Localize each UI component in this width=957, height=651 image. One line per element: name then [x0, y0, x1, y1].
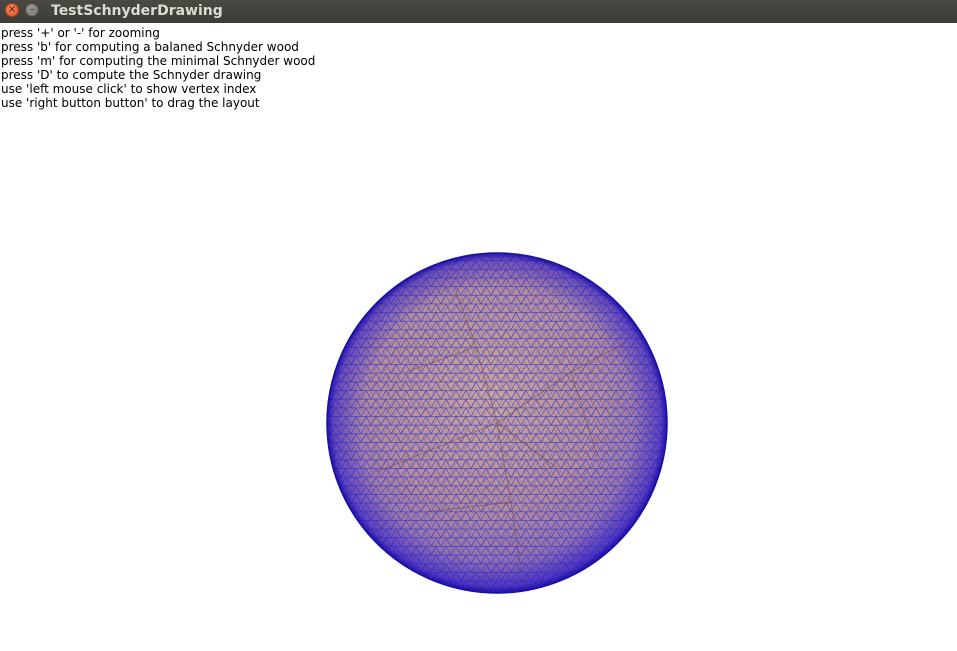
instruction-drawing: press 'D' to compute the Schnyder drawin… — [1, 68, 262, 82]
instruction-drag: use 'right button button' to drag the la… — [1, 96, 260, 110]
instructions-panel: press '+' or '-' for zooming press 'b' f… — [1, 26, 315, 110]
instruction-zoom: press '+' or '-' for zooming — [1, 26, 160, 40]
sphere-mesh[interactable] — [326, 252, 668, 594]
instruction-balanced: press 'b' for computing a balaned Schnyd… — [1, 40, 299, 54]
instruction-vertex-index: use 'left mouse click' to show vertex in… — [1, 82, 257, 96]
minimize-icon: – — [29, 4, 35, 15]
close-icon: × — [7, 4, 17, 15]
minimize-button[interactable]: – — [25, 3, 39, 17]
app-window: × – TestSchnyderDrawing press '+' or '-'… — [0, 0, 957, 651]
window-title: TestSchnyderDrawing — [51, 3, 223, 19]
instruction-minimal: press 'm' for computing the minimal Schn… — [1, 54, 316, 68]
close-button[interactable]: × — [5, 3, 19, 17]
title-bar[interactable]: × – TestSchnyderDrawing — [0, 0, 957, 23]
